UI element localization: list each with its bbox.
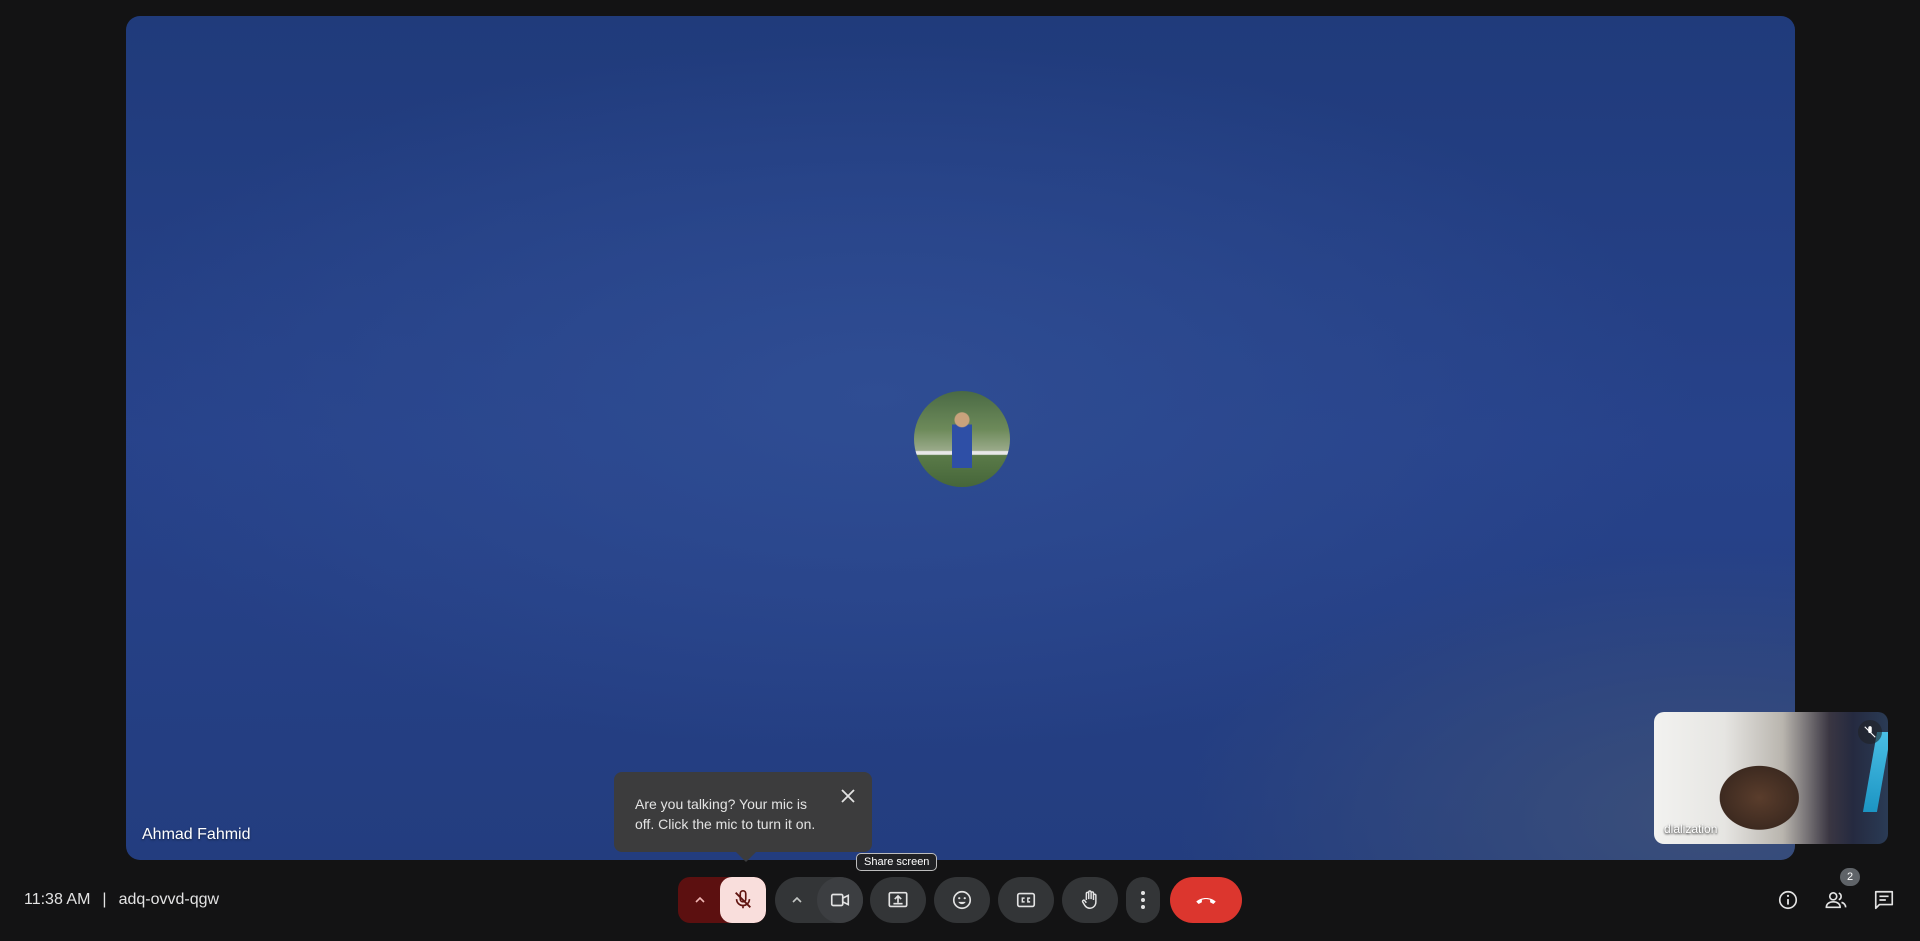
more-options-button[interactable]: [1126, 877, 1160, 923]
background-light: [1862, 732, 1888, 812]
mic-toggle-button[interactable]: [720, 877, 766, 923]
call-controls: [0, 877, 1920, 923]
participant-avatar: [914, 391, 1010, 487]
present-to-all-icon: [888, 891, 908, 908]
share-screen-tooltip: Share screen: [856, 853, 938, 871]
camera-toggle-button[interactable]: [817, 877, 863, 923]
raise-hand-icon: [1081, 890, 1097, 909]
reactions-button[interactable]: [934, 877, 990, 923]
camera-control: [775, 877, 863, 923]
pip-mic-off-icon: [1858, 720, 1882, 744]
microphone-control: [678, 877, 766, 923]
participant-name: Ahmad Fahmid: [142, 826, 251, 843]
meeting-details-button[interactable]: [1776, 888, 1800, 912]
mic-off-icon: [735, 890, 751, 909]
people-button[interactable]: [1824, 888, 1848, 912]
mic-off-hint-text: Are you talking? Your mic is off. Click …: [635, 796, 816, 832]
call-end-icon: [1196, 897, 1216, 905]
raise-hand-button[interactable]: [1062, 877, 1118, 923]
emoji-icon: [952, 890, 972, 910]
share-screen-button[interactable]: [870, 877, 926, 923]
closed-caption-icon: [1016, 892, 1036, 908]
captions-button[interactable]: [998, 877, 1054, 923]
video-options-button[interactable]: [775, 877, 819, 923]
more-vert-icon: [1141, 891, 1145, 909]
chevron-up-icon: [792, 896, 802, 903]
self-view-tile[interactable]: dlalization: [1654, 712, 1888, 844]
videocam-icon: [830, 893, 850, 907]
chat-icon: [1874, 890, 1894, 910]
chevron-up-icon: [695, 896, 705, 903]
audio-options-button[interactable]: [678, 877, 722, 923]
leave-call-button[interactable]: [1170, 877, 1242, 923]
mic-off-hint: Are you talking? Your mic is off. Click …: [614, 772, 872, 862]
people-icon: [1825, 892, 1847, 909]
main-video-tile: Ahmad Fahmid: [126, 16, 1795, 860]
self-view-name: dlalization: [1664, 822, 1718, 836]
close-icon[interactable]: [836, 784, 860, 808]
info-icon: [1778, 890, 1798, 910]
chat-button[interactable]: [1872, 888, 1896, 912]
people-count-badge: 2: [1840, 868, 1860, 886]
